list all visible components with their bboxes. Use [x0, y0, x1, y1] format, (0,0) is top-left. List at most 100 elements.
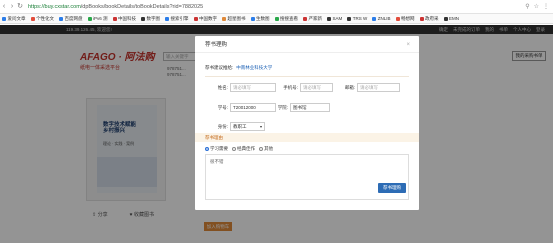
- divider: [205, 76, 409, 77]
- bookmark-item[interactable]: 百度网盘: [59, 16, 83, 22]
- bookmark-favicon-icon: [250, 16, 255, 21]
- browser-address-bar: ‹ › ↻ https://buy.cxstar.com/dpBooks/boo…: [0, 0, 553, 14]
- phone-field[interactable]: 请必填写: [300, 83, 333, 92]
- recommend-dialog: 荐书理购 × 荐书建议推给: 中南林业科技大学 姓名: 请必填写 手机号: 请必填…: [195, 36, 419, 210]
- radio-dot-icon: [259, 147, 263, 151]
- reason-radio-label: 学习需要: [210, 146, 228, 151]
- role-select-value: 教职工: [233, 124, 247, 129]
- reason-radio-label: 其他: [264, 146, 273, 151]
- bookmark-favicon-icon: [372, 16, 377, 21]
- close-icon[interactable]: ×: [406, 42, 410, 48]
- reason-radio[interactable]: 其他: [259, 146, 273, 152]
- bookmark-label: 畅想网: [401, 15, 415, 21]
- bookmark-item[interactable]: 中国科技: [112, 15, 137, 22]
- bookmark-star-icon[interactable]: ☆: [534, 3, 539, 10]
- back-icon[interactable]: ‹: [0, 0, 8, 14]
- bookmark-label: 政府采: [425, 15, 439, 21]
- reload-icon[interactable]: ↻: [16, 0, 24, 14]
- bookmark-item[interactable]: iPv6 测: [87, 15, 108, 22]
- bookmark-item[interactable]: 爱问文章: [2, 16, 26, 22]
- email-field[interactable]: 请必填写: [357, 83, 400, 92]
- bookmark-label: 超星图书: [227, 15, 246, 21]
- bookmark-item[interactable]: ZNLIB: [372, 16, 391, 21]
- name-field[interactable]: 请必填写: [230, 83, 276, 92]
- bookmark-label: 个性化文: [36, 15, 54, 21]
- bookmark-label: 严家新: [308, 15, 323, 21]
- bookmark-favicon-icon: [347, 16, 352, 21]
- recipient-school: 中南林业科技大学: [236, 65, 273, 70]
- reason-radio[interactable]: 经典佳作: [232, 146, 255, 152]
- bookmark-label: 搜索引擎: [170, 15, 189, 21]
- bookmark-label: 数字图: [146, 15, 161, 21]
- bookmark-item[interactable]: 数字图: [141, 16, 160, 22]
- bookmark-label: 中国科技: [118, 15, 137, 21]
- bookmark-favicon-icon: [59, 16, 63, 21]
- college-field[interactable]: 图书馆: [290, 103, 330, 112]
- college-label: 学院:: [277, 105, 288, 110]
- phone-label: 手机号:: [283, 85, 298, 90]
- reason-radio-label: 经典佳作: [237, 146, 255, 151]
- reason-radio[interactable]: 学习需要: [205, 146, 228, 152]
- bookmark-item[interactable]: 搜索引擎: [165, 16, 189, 22]
- bookmark-item[interactable]: 搜搜查看: [274, 15, 299, 22]
- bookmark-label: SAM: [332, 16, 343, 21]
- bookmark-favicon-icon: [30, 16, 35, 21]
- bookmark-favicon-icon: [222, 16, 227, 21]
- bookmark-favicon-icon: [112, 16, 117, 21]
- bookmark-favicon-icon: [443, 16, 448, 21]
- bookmark-label: 中国数字: [199, 15, 218, 21]
- bookmark-label: iPv6 测: [93, 15, 108, 21]
- student-id-label: 学号:: [217, 105, 228, 110]
- bookmark-item[interactable]: 畅想网: [395, 15, 415, 22]
- bookmark-label: TRS W: [352, 16, 368, 21]
- role-select[interactable]: 教职工 ▾: [230, 122, 265, 131]
- bookmark-label: 百度网盘: [64, 15, 83, 21]
- bookmark-item[interactable]: 生数图: [250, 15, 270, 22]
- recipient-label: 荐书建议推给:: [205, 65, 234, 70]
- bookmark-item[interactable]: EMN: [443, 16, 460, 21]
- role-label: 身份:: [217, 124, 228, 129]
- bookmark-favicon-icon: [327, 16, 332, 21]
- bookmark-label: ZNLIB: [377, 16, 391, 21]
- forward-icon[interactable]: ›: [8, 0, 16, 14]
- reason-radio-group: 学习需要 经典佳作 其他: [205, 146, 273, 152]
- bookmarks-bar: 爱问文章 个性化文 百度网盘 iPv6 测 中国科技 数字图 搜索引擎 中国数字 超星图书 生数图…: [0, 14, 553, 24]
- recipient-row: 荐书建议推给: 中南林业科技大学: [205, 65, 272, 71]
- name-label: 姓名:: [217, 85, 228, 90]
- bookmark-item[interactable]: 个性化文: [30, 15, 54, 22]
- bookmark-favicon-icon: [141, 16, 146, 21]
- url-field[interactable]: https://buy.cxstar.com/dpBooks/bookDetai…: [28, 4, 203, 10]
- bookmark-item[interactable]: 政府采: [419, 15, 439, 22]
- zoom-icon[interactable]: ⚲: [525, 3, 529, 10]
- bookmark-item[interactable]: TRS W: [347, 16, 367, 21]
- browser-actions: ⚲ ☆ ⋮: [525, 3, 553, 10]
- bookmark-favicon-icon: [193, 16, 198, 21]
- bookmark-favicon-icon: [274, 16, 279, 21]
- bookmark-label: 生数图: [256, 15, 270, 21]
- bookmark-item[interactable]: 中国数字: [193, 15, 218, 22]
- chevron-down-icon: ▾: [259, 124, 262, 129]
- bookmark-favicon-icon: [395, 16, 400, 21]
- bookmark-item[interactable]: 严家新: [303, 16, 322, 22]
- submit-recommendation-button[interactable]: 荐书理购: [378, 183, 406, 193]
- email-label: 邮箱:: [344, 85, 355, 90]
- bookmark-favicon-icon: [303, 16, 308, 21]
- reason-section-title: 荐书理由: [195, 133, 419, 142]
- bookmark-favicon-icon: [165, 16, 170, 21]
- url-host: https://buy.cxstar.com: [28, 3, 81, 10]
- bookmark-favicon-icon: [2, 16, 6, 21]
- bookmark-label: EMN: [449, 16, 460, 21]
- dialog-title: 荐书理购: [205, 42, 228, 48]
- radio-dot-icon: [232, 147, 236, 151]
- bookmark-item[interactable]: SAM: [327, 16, 342, 21]
- bookmark-favicon-icon: [87, 16, 92, 21]
- bookmark-favicon-icon: [419, 16, 424, 21]
- dialog-header: 荐书理购: [195, 36, 419, 53]
- url-path: /dpBooks/bookDetails/toBookDetails?rid=7…: [80, 3, 204, 10]
- bookmark-label: 爱问文章: [7, 15, 26, 21]
- radio-dot-icon: [205, 147, 209, 151]
- comment-textarea[interactable]: 很不错: [205, 154, 409, 200]
- menu-icon[interactable]: ⋮: [543, 3, 549, 10]
- bookmark-label: 搜搜查看: [280, 15, 299, 21]
- bookmark-item[interactable]: 超星图书: [222, 16, 246, 22]
